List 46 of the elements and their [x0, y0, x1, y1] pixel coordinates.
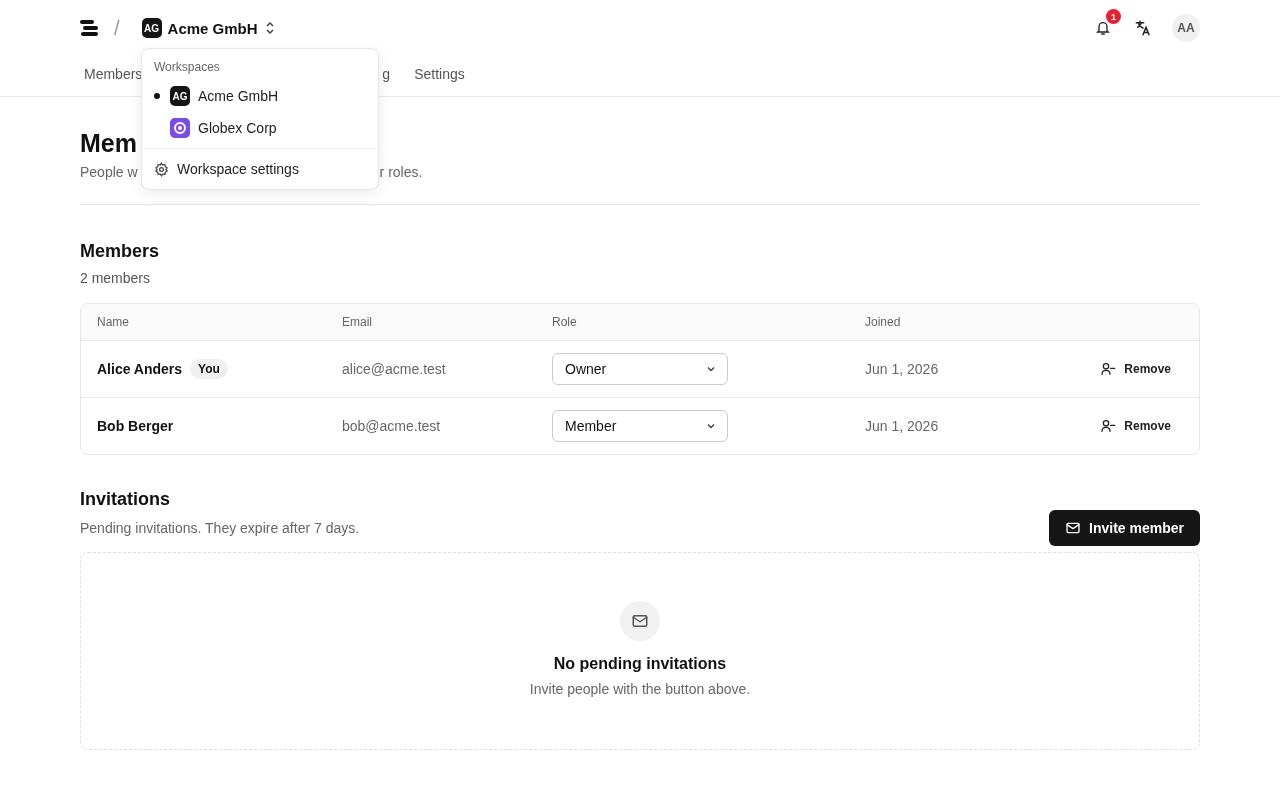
- user-avatar[interactable]: AA: [1172, 14, 1200, 42]
- empty-state-text: Invite people with the button above.: [529, 681, 751, 697]
- chevron-up-down-icon: [263, 21, 276, 35]
- member-email: alice@acme.test: [342, 361, 447, 377]
- you-badge: You: [190, 359, 228, 379]
- selected-dot: [154, 93, 160, 99]
- remove-button[interactable]: Remove: [1100, 361, 1171, 377]
- joined-date: Jun 1, 2026: [865, 361, 940, 377]
- column-header: Email: [342, 315, 373, 329]
- page-subtitle: r roles.: [379, 164, 423, 180]
- workspace-switcher[interactable]: AG Acme GmbH: [141, 18, 276, 38]
- breadcrumb-separator: /: [114, 16, 120, 40]
- user-minus-icon: [1100, 361, 1117, 377]
- nav-tab[interactable]: Settings: [414, 66, 465, 82]
- member-name: Alice Anders: [97, 361, 183, 377]
- mail-icon: [1065, 520, 1082, 536]
- mail-icon: [631, 612, 649, 630]
- member-name: Bob Berger: [97, 418, 174, 434]
- joined-date: Jun 1, 2026: [865, 418, 940, 434]
- page-title: Mem: [80, 129, 137, 158]
- notification-count: 1: [1106, 9, 1121, 24]
- section-title: Members: [80, 241, 161, 262]
- logo-icon[interactable]: [80, 19, 100, 37]
- workspace-menu-item[interactable]: AG Acme GmbH: [142, 80, 378, 112]
- section-subtitle: Pending invitations. They expire after 7 days.: [80, 520, 360, 536]
- member-count: 2 members: [80, 270, 152, 286]
- empty-state-title: No pending invitations: [553, 655, 727, 673]
- role-select[interactable]: Owner: [552, 353, 728, 385]
- workspace-avatar: AG: [170, 86, 190, 106]
- workspace-menu-item[interactable]: Globex Corp: [142, 112, 378, 144]
- section-title: Invitations: [80, 489, 171, 510]
- user-minus-icon: [1100, 418, 1117, 434]
- nav-tab[interactable]: g: [382, 66, 391, 82]
- member-email: bob@acme.test: [342, 418, 442, 434]
- page-subtitle: People w: [80, 164, 138, 180]
- role-select[interactable]: Member: [552, 410, 728, 442]
- column-header: Role: [552, 315, 578, 329]
- ring-logo-icon: [170, 118, 190, 138]
- invite-member-button[interactable]: Invite member: [1049, 510, 1200, 546]
- workspace-settings-item[interactable]: Workspace settings: [142, 149, 378, 189]
- menu-heading: Workspaces: [153, 59, 221, 76]
- remove-button[interactable]: Remove: [1100, 418, 1171, 434]
- column-header: Name: [97, 315, 130, 329]
- column-header: Joined: [865, 315, 902, 329]
- gear-icon: [154, 161, 169, 177]
- nav-tab[interactable]: Members: [84, 66, 143, 82]
